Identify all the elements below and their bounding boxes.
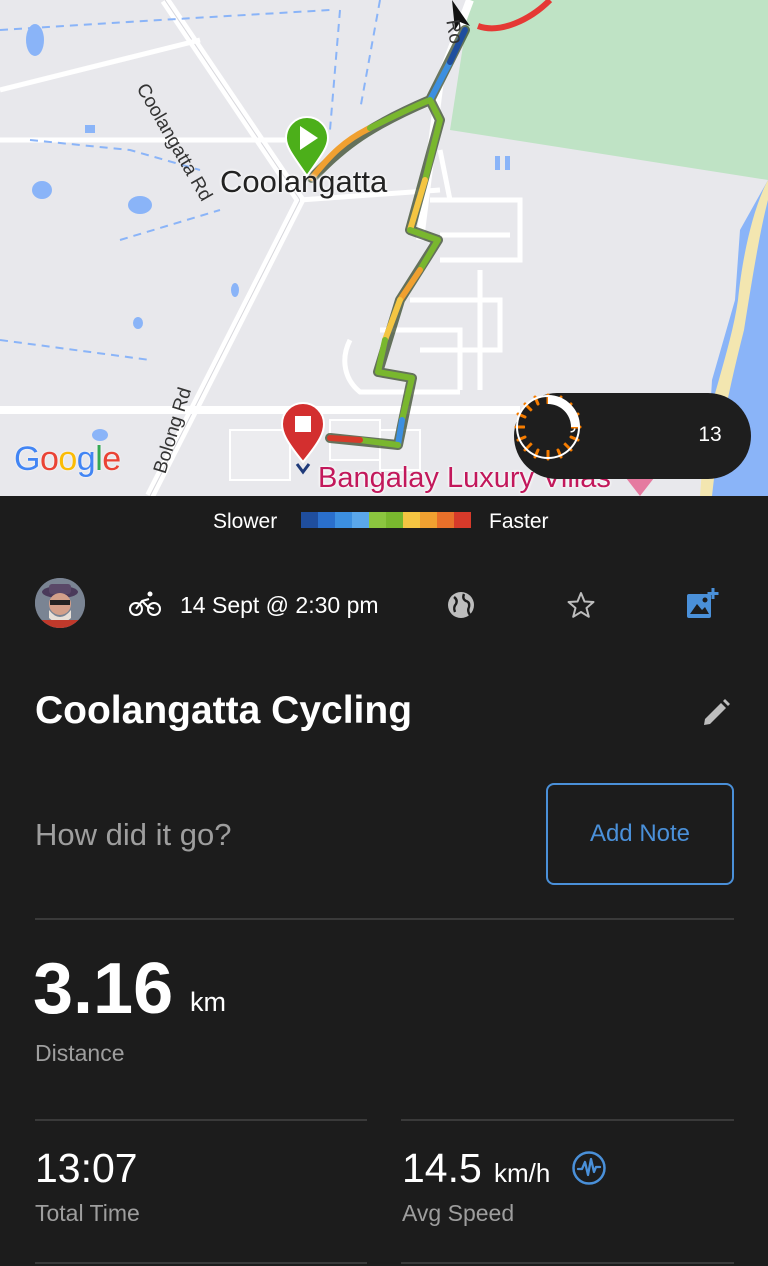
legend-color-swatch [420,512,437,528]
total-time-value: 13:07 [35,1145,138,1191]
timer-value: 13 [698,423,722,446]
avg-speed-label: Avg Speed [402,1200,515,1226]
legend-faster-label: Faster [489,510,549,533]
legend-color-swatch [301,512,318,528]
legend-color-swatch [437,512,454,528]
avg-speed-unit: km/h [494,1158,551,1188]
divider [35,1262,367,1264]
divider [35,1119,367,1121]
activity-meta-row: 14 Sept @ 2:30 pm [0,570,768,640]
divider [35,918,734,920]
total-time-label: Total Time [35,1200,140,1226]
place-label: Coolangatta [220,164,388,199]
logo-letter: o [39,440,59,478]
globe-icon[interactable] [446,590,476,620]
avatar-image [35,578,85,628]
legend-color-swatch [335,512,352,528]
google-logo: Google [14,440,121,479]
legend-color-bar [301,512,471,528]
pulse-icon[interactable] [571,1150,607,1186]
legend-color-swatch [369,512,386,528]
legend-color-swatch [403,512,420,528]
legend-color-swatch [454,512,471,528]
distance-label: Distance [35,1040,125,1066]
weather-badge[interactable]: 26° 13 [514,393,751,479]
add-photo-icon[interactable] [685,587,719,621]
legend-color-swatch [318,512,335,528]
legend-color-swatch [352,512,369,528]
pencil-icon[interactable] [700,697,732,729]
star-icon[interactable] [566,590,596,620]
avatar[interactable] [35,578,85,628]
logo-letter: e [102,440,121,478]
divider [401,1262,734,1264]
speed-legend: Slower Faster [0,496,768,548]
legend-slower-label: Slower [213,510,278,533]
bike-icon [129,591,161,616]
logo-letter: g [76,440,96,478]
logo-letter: o [58,440,77,478]
add-note-button[interactable]: Add Note [546,783,734,885]
distance-unit: km [190,987,226,1017]
route-map[interactable]: Coolangatta Coolangatta Rd Bolong Rd Ro … [0,0,768,496]
timer-icon [516,395,580,459]
legend-color-swatch [386,512,403,528]
avg-speed-value: 14.5 [402,1145,482,1191]
note-prompt[interactable]: How did it go? [35,817,231,853]
road-label-partial: Ro [441,18,467,46]
divider [401,1119,734,1121]
activity-title: Coolangatta Cycling [35,689,413,732]
activity-date: 14 Sept @ 2:30 pm [180,592,379,618]
distance-value: 3.16 [33,949,174,1029]
logo-letter: G [14,440,40,478]
